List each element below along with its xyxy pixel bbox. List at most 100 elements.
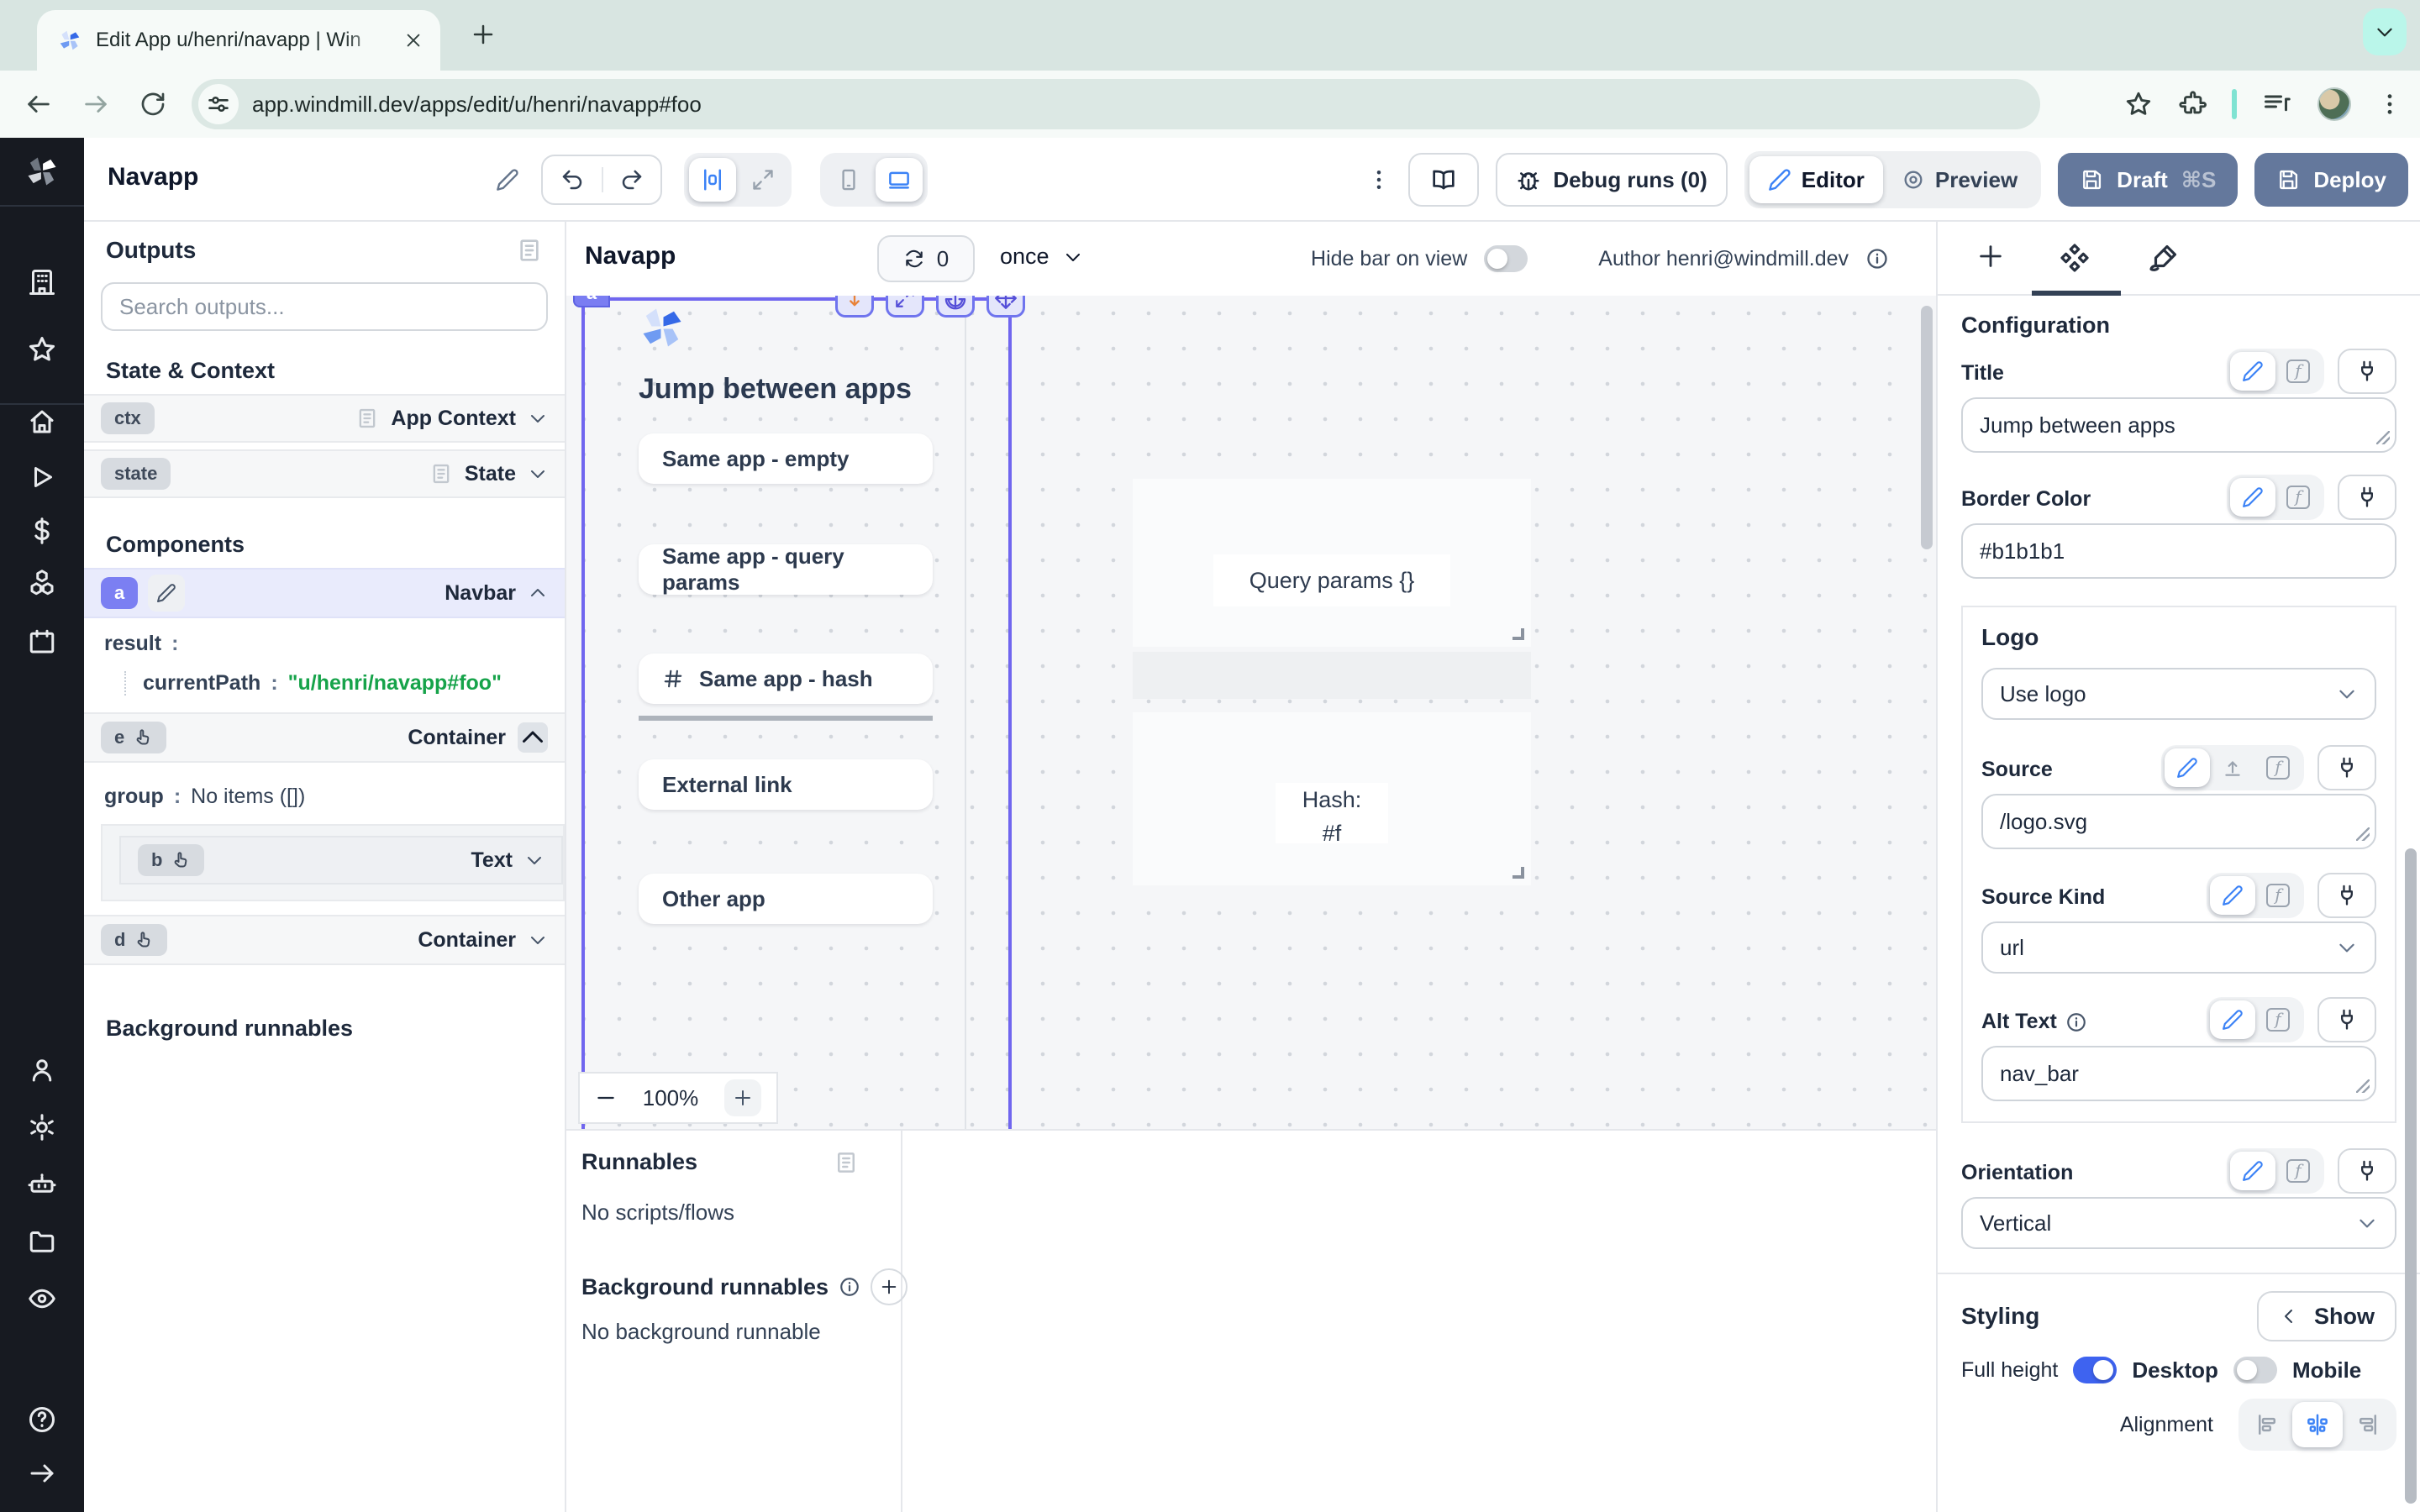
extensions-icon[interactable] [2178,90,2207,118]
connect-button[interactable] [2317,873,2376,918]
upload-mode-button[interactable] [2210,748,2255,787]
tab-close-icon[interactable] [400,27,427,54]
reload-button[interactable] [124,91,182,118]
url-bar[interactable]: app.windmill.dev/apps/edit/u/henri/navap… [192,79,2040,129]
run-mode-select[interactable]: once [1000,244,1083,270]
desktop-view-button[interactable] [876,158,923,202]
full-height-mobile-toggle[interactable] [2233,1357,2277,1383]
settings-scrollbar[interactable] [2405,848,2417,1504]
orientation-select[interactable]: Vertical [1961,1197,2396,1249]
outputs-doc-icon[interactable] [516,237,543,264]
runs-icon[interactable] [0,462,84,492]
folders-icon[interactable] [0,1226,84,1257]
variables-icon[interactable] [0,516,84,546]
fx-mode-button[interactable]: f [2255,1000,2301,1039]
search-outputs-input[interactable] [119,294,529,320]
info-icon[interactable] [2065,1011,2087,1033]
workers-icon[interactable] [0,1169,84,1200]
title-input[interactable] [1961,397,2396,453]
component-b-row[interactable]: b Text [119,836,563,885]
component-e-row[interactable]: e Container [84,712,565,763]
connect-button[interactable] [2338,349,2396,394]
fx-mode-button[interactable]: f [2255,876,2301,915]
browser-menu-icon[interactable] [2376,91,2403,118]
nav-item-hash[interactable]: Same app - hash [639,654,933,704]
border-color-input[interactable] [1961,523,2396,579]
connect-button[interactable] [2317,997,2376,1042]
help-icon[interactable] [0,1404,84,1435]
insert-tab[interactable] [1976,242,2005,270]
refresh-count-button[interactable]: 0 [877,235,975,282]
site-settings-icon[interactable] [198,84,239,124]
component-a-tag[interactable]: a [573,296,610,307]
insert-below-button[interactable] [835,296,874,318]
search-outputs[interactable] [101,282,548,331]
bookmark-icon[interactable] [2124,90,2153,118]
mobile-view-button[interactable] [825,158,872,202]
static-mode-button[interactable] [2210,1000,2255,1039]
full-height-desktop-toggle[interactable] [2073,1357,2117,1383]
deploy-button[interactable]: Deploy [2254,153,2408,207]
chevron-up-icon[interactable] [518,722,548,753]
fullscreen-layout-button[interactable] [739,158,786,202]
static-mode-button[interactable] [2230,352,2275,391]
static-mode-button[interactable] [2165,748,2210,787]
source-kind-select[interactable]: url [1981,921,2376,974]
forward-button[interactable] [67,90,124,118]
chevron-up-icon[interactable] [528,583,548,603]
runnables-doc-icon[interactable] [834,1150,859,1175]
audit-logs-icon[interactable] [0,1284,84,1314]
chevron-down-icon[interactable] [524,850,544,870]
redo-button[interactable] [602,167,660,192]
browser-profile-chip[interactable] [2363,8,2407,55]
move-component-button[interactable] [986,296,1025,318]
nav-item-same-app-empty[interactable]: Same app - empty [639,433,933,484]
schedules-icon[interactable] [0,627,84,657]
edit-id-icon[interactable] [148,575,185,612]
component-a-row[interactable]: a Navbar [84,568,565,618]
connect-button[interactable] [2338,475,2396,520]
fx-mode-button[interactable]: f [2275,478,2321,517]
nav-item-external-link[interactable]: External link [639,759,933,810]
zoom-in-button[interactable] [724,1079,761,1116]
preview-tab[interactable]: Preview [1883,156,2036,203]
chevron-down-icon[interactable] [528,930,548,950]
fx-mode-button[interactable]: f [2255,748,2301,787]
chevron-down-icon[interactable] [528,408,548,428]
fx-mode-button[interactable]: f [2275,1152,2321,1190]
rename-app-icon[interactable] [496,168,519,192]
info-icon[interactable] [1865,247,1889,270]
more-options-icon[interactable] [1366,167,1392,192]
source-input[interactable] [1981,794,2376,849]
windmill-logo[interactable] [0,153,84,190]
docs-button[interactable] [1408,153,1479,207]
draft-button[interactable]: Draft ⌘S [2058,153,2238,207]
media-queue-icon[interactable] [2262,89,2292,119]
css-tab[interactable] [2148,242,2180,274]
favorites-icon[interactable] [0,334,84,365]
nav-item-query-params[interactable]: Same app - query params [639,544,933,595]
collapse-rail-icon[interactable] [0,1458,84,1488]
align-left-button[interactable] [2242,1402,2292,1447]
anchor-component-button[interactable] [936,296,975,318]
workspace-icon[interactable] [0,267,84,297]
align-right-button[interactable] [2343,1402,2393,1447]
static-mode-button[interactable] [2210,876,2255,915]
app-canvas[interactable]: a Jump between apps Same app - empty Sam… [566,296,1936,1129]
add-bg-runnable-button[interactable] [871,1268,908,1305]
expand-component-button[interactable] [886,296,924,318]
browser-tab[interactable]: Edit App u/henri/navapp | Win [37,10,440,71]
centered-layout-button[interactable] [689,158,736,202]
fx-mode-button[interactable]: f [2275,352,2321,391]
ctx-row[interactable]: ctx App Context [84,394,565,443]
avatar[interactable] [2317,87,2351,121]
nav-item-other-app[interactable]: Other app [639,874,933,924]
hide-bar-toggle[interactable] [1484,245,1528,272]
component-d-row[interactable]: d Container [84,915,565,965]
undo-button[interactable] [543,167,602,192]
show-styling-button[interactable]: Show [2257,1291,2396,1341]
alt-text-input[interactable] [1981,1046,2376,1101]
use-logo-select[interactable]: Use logo [1981,668,2376,720]
home-icon[interactable] [0,407,84,437]
settings-tab[interactable] [2059,242,2091,274]
